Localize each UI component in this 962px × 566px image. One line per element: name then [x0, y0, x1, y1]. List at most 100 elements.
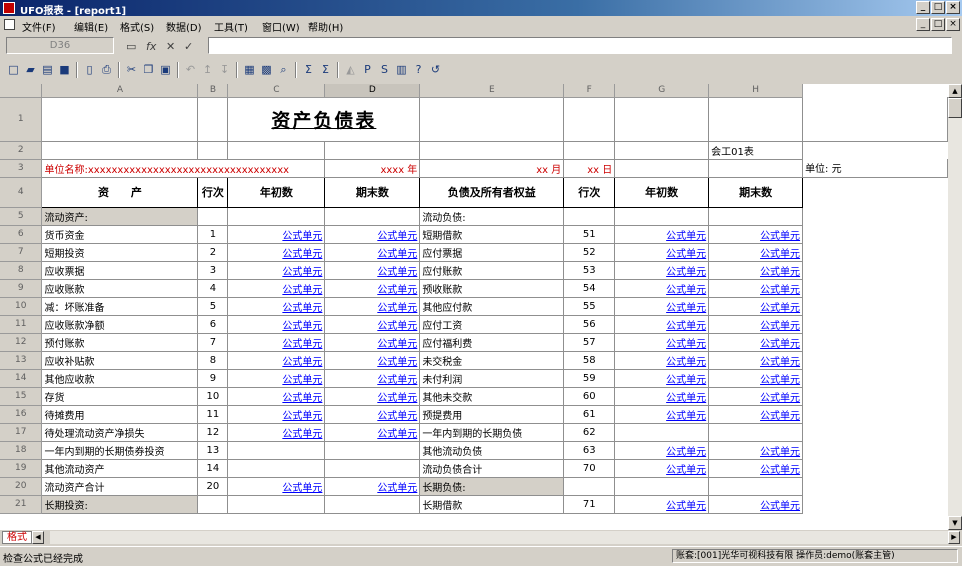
asset-line-no[interactable]: 6 [197, 315, 229, 334]
asset-opening[interactable]: 公式单元 [227, 243, 326, 262]
column-header-d[interactable]: D [324, 84, 421, 98]
asset-closing[interactable]: 公式单元 [324, 261, 421, 280]
liability-opening[interactable] [614, 477, 710, 496]
undo-icon[interactable]: ↶ [183, 62, 198, 77]
liability-line-no[interactable]: 59 [563, 369, 616, 388]
liability-line-no[interactable]: 56 [563, 315, 616, 334]
liability-closing[interactable]: 公式单元 [708, 369, 804, 388]
column-header-h[interactable]: H [708, 84, 804, 98]
doc-close-button[interactable]: × [946, 18, 960, 31]
asset-closing[interactable]: 公式单元 [324, 405, 421, 424]
sum-icon[interactable]: Σ [301, 62, 316, 77]
asset-line-no[interactable]: 8 [197, 351, 229, 370]
asset-opening[interactable]: 公式单元 [227, 279, 326, 298]
asset-line-no[interactable]: 20 [197, 477, 229, 496]
asset-name[interactable]: 待处理流动资产净损失 [41, 423, 199, 442]
function-icon[interactable]: ▭ [126, 40, 136, 53]
doc-minimize-button[interactable]: _ [916, 18, 930, 31]
confirm-icon[interactable]: ✓ [184, 40, 193, 53]
liability-closing[interactable] [708, 423, 804, 442]
asset-line-no[interactable]: 3 [197, 261, 229, 280]
asset-opening[interactable]: 公式单元 [227, 423, 326, 442]
sum-2-icon[interactable]: Σ [318, 62, 333, 77]
liability-opening[interactable]: 公式单元 [614, 459, 710, 478]
row-header[interactable]: 16 [0, 405, 43, 424]
liability-closing[interactable]: 公式单元 [708, 261, 804, 280]
liability-closing[interactable]: 公式单元 [708, 387, 804, 406]
new-file-icon[interactable]: □ [6, 62, 21, 77]
report-grid-icon[interactable]: ▩ [259, 62, 274, 77]
liability-name[interactable]: 其他流动负债 [419, 441, 565, 460]
liability-line-no[interactable]: 61 [563, 405, 616, 424]
cell[interactable] [41, 141, 199, 160]
liability-closing[interactable]: 公式单元 [708, 441, 804, 460]
cell[interactable] [708, 97, 804, 142]
liability-opening[interactable] [614, 207, 710, 226]
asset-opening[interactable]: 公式单元 [227, 315, 326, 334]
liability-line-no[interactable]: 55 [563, 297, 616, 316]
row-header[interactable]: 3 [0, 159, 43, 178]
row-header[interactable]: 12 [0, 333, 43, 352]
chart-icon[interactable]: ▥ [394, 62, 409, 77]
column-header-f[interactable]: F [563, 84, 616, 98]
help-pointer-icon[interactable]: ? [411, 62, 426, 77]
scroll-thumb[interactable] [948, 98, 962, 118]
liability-closing[interactable]: 公式单元 [708, 315, 804, 334]
asset-name[interactable]: 货币资金 [41, 225, 199, 244]
cell[interactable] [802, 97, 948, 142]
asset-name[interactable]: 应收账款净额 [41, 315, 199, 334]
cut-icon[interactable]: ✂ [124, 62, 139, 77]
cell[interactable] [197, 141, 229, 160]
asset-opening[interactable] [227, 441, 326, 460]
liability-name[interactable]: 应付工资 [419, 315, 565, 334]
asset-name[interactable]: 短期投资 [41, 243, 199, 262]
asset-closing[interactable]: 公式单元 [324, 225, 421, 244]
liability-closing[interactable]: 公式单元 [708, 405, 804, 424]
asset-name[interactable]: 应收补贴款 [41, 351, 199, 370]
liability-opening[interactable]: 公式单元 [614, 297, 710, 316]
asset-opening[interactable]: 公式单元 [227, 405, 326, 424]
printer-icon[interactable]: ⎙ [99, 62, 114, 77]
sort-ascending-icon[interactable]: ↥ [200, 62, 215, 77]
format-s-icon[interactable]: S [377, 62, 392, 77]
table-grid-icon[interactable]: ▦ [242, 62, 257, 77]
liability-closing[interactable]: 公式单元 [708, 459, 804, 478]
liability-closing[interactable]: 公式单元 [708, 351, 804, 370]
asset-opening[interactable]: 公式单元 [227, 477, 326, 496]
asset-name[interactable]: 流动资产: [41, 207, 199, 226]
liability-closing[interactable] [708, 207, 804, 226]
liability-opening[interactable]: 公式单元 [614, 387, 710, 406]
liability-line-no[interactable]: 51 [563, 225, 616, 244]
refresh-icon[interactable]: ↺ [428, 62, 443, 77]
menu-window[interactable]: 窗口(W) [262, 19, 300, 34]
liability-line-no[interactable]: 54 [563, 279, 616, 298]
asset-name[interactable]: 流动资产合计 [41, 477, 199, 496]
page-icon[interactable]: ▯ [82, 62, 97, 77]
liability-opening[interactable]: 公式单元 [614, 243, 710, 262]
chart-wizard-icon[interactable]: ◭ [343, 62, 358, 77]
paste-icon[interactable]: ▣ [158, 62, 173, 77]
liability-line-no[interactable]: 71 [563, 495, 616, 514]
asset-opening[interactable]: 公式单元 [227, 297, 326, 316]
sort-descending-icon[interactable]: ↧ [217, 62, 232, 77]
asset-name[interactable]: 存货 [41, 387, 199, 406]
liability-line-no[interactable]: 62 [563, 423, 616, 442]
liability-opening[interactable] [614, 423, 710, 442]
liability-name[interactable]: 长期借款 [419, 495, 565, 514]
liability-line-no[interactable]: 53 [563, 261, 616, 280]
asset-line-no[interactable] [197, 495, 229, 514]
asset-opening[interactable]: 公式单元 [227, 333, 326, 352]
row-header[interactable]: 1 [0, 97, 43, 142]
liability-name[interactable]: 长期负债: [419, 477, 565, 496]
liability-opening[interactable]: 公式单元 [614, 405, 710, 424]
liability-name[interactable]: 未交税金 [419, 351, 565, 370]
asset-line-no[interactable]: 10 [197, 387, 229, 406]
scroll-right-icon[interactable]: ▶ [948, 531, 960, 544]
tab-prev-icon[interactable]: ◀ [32, 531, 44, 544]
cell[interactable] [419, 97, 565, 142]
maximize-button[interactable]: □ [931, 1, 945, 14]
liability-closing[interactable]: 公式单元 [708, 495, 804, 514]
cell[interactable] [227, 141, 326, 160]
asset-closing[interactable] [324, 459, 421, 478]
asset-name[interactable]: 预付账款 [41, 333, 199, 352]
